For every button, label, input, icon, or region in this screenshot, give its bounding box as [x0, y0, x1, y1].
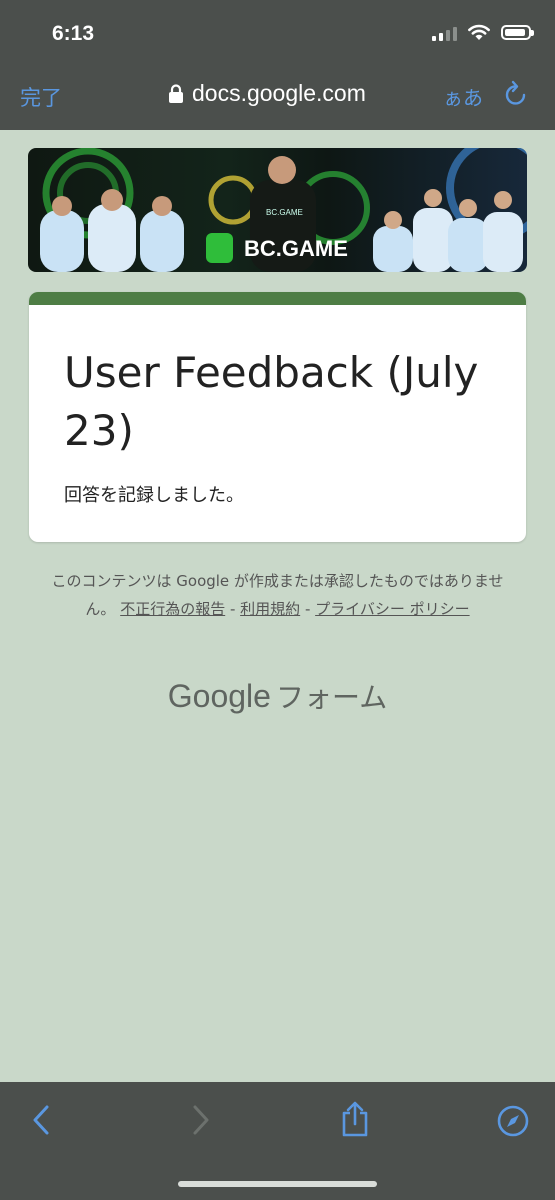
signal-icon [432, 25, 457, 41]
share-icon[interactable] [340, 1100, 370, 1138]
separator: - [300, 600, 316, 618]
address-bar[interactable]: docs.google.com [168, 80, 366, 107]
google-forms-logo[interactable]: Google フォーム [0, 676, 555, 716]
compass-icon[interactable] [496, 1104, 530, 1138]
card-accent-bar [29, 292, 526, 305]
banner-small-brand: BC.GAME [266, 208, 303, 217]
forms-wordmark: フォーム [276, 681, 388, 714]
form-title: User Feedback (July 23) [64, 348, 479, 455]
url-text: docs.google.com [192, 80, 366, 106]
text-size-button[interactable]: ぁあ [443, 82, 483, 111]
battery-icon [501, 25, 534, 40]
separator: - [225, 600, 241, 618]
home-indicator[interactable] [178, 1181, 377, 1187]
reload-icon[interactable] [503, 80, 529, 108]
forward-icon[interactable] [188, 1104, 212, 1136]
status-time: 6:13 [52, 22, 95, 45]
form-confirmation-card: User Feedback (July 23) 回答を記録しました。 [29, 292, 526, 542]
privacy-link[interactable]: プライバシー ポリシー [315, 600, 469, 618]
browser-top-chrome: 6:13 完了 docs.google.com ぁあ [0, 0, 555, 130]
back-icon[interactable] [30, 1104, 54, 1136]
header-banner-image: BC.GAME BC.GAME [28, 148, 527, 272]
lock-icon [169, 83, 183, 103]
done-button[interactable]: 完了 [20, 82, 62, 112]
report-abuse-link[interactable]: 不正行為の報告 [120, 600, 225, 618]
wifi-icon [468, 24, 490, 40]
status-icons [432, 24, 534, 41]
banner-brand: BC.GAME [244, 236, 348, 261]
bc-logo-icon [206, 233, 233, 263]
confirmation-message: 回答を記録しました。 [64, 485, 244, 506]
footer-disclaimer: このコンテンツは Google が作成または承認したものではありません。 不正行… [40, 567, 515, 623]
google-wordmark: Google [167, 678, 271, 714]
terms-link[interactable]: 利用規約 [240, 600, 300, 618]
